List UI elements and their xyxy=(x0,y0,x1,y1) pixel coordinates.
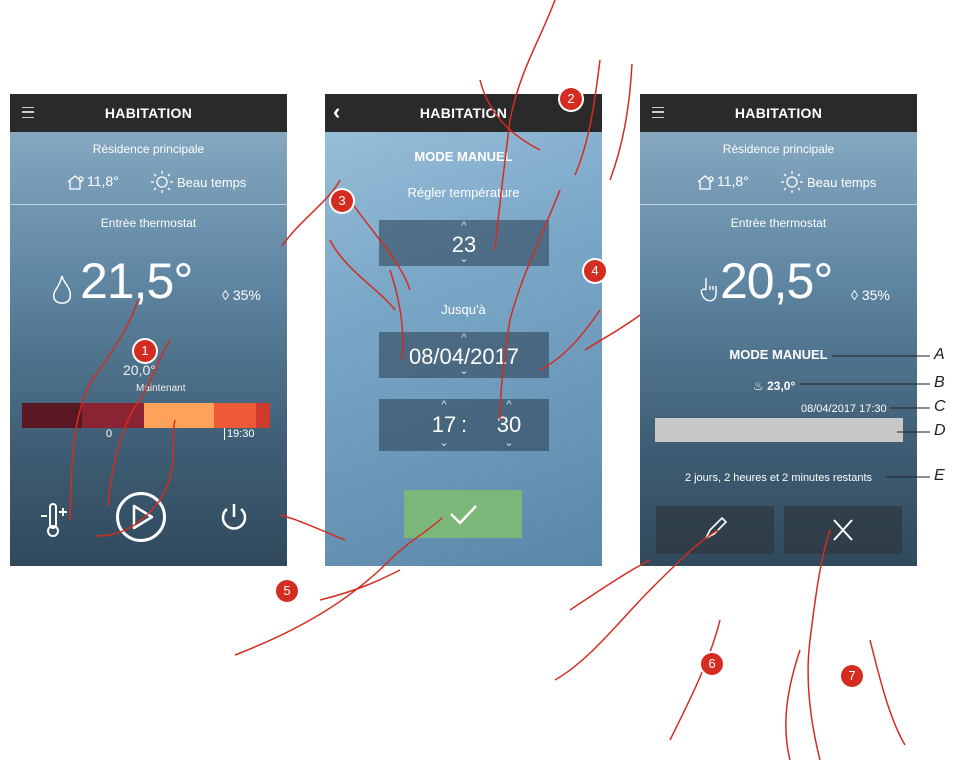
annotation-label: A xyxy=(934,346,945,363)
annotation-label: D xyxy=(934,422,946,439)
callout-badge: 6 xyxy=(701,653,723,675)
callout-badge: 5 xyxy=(276,580,298,602)
gesture-hands-illustration xyxy=(69,0,930,761)
callout-badge: 1 xyxy=(134,340,156,362)
annotation-label: B xyxy=(934,374,945,391)
callout-badge: 4 xyxy=(584,260,606,282)
callout-badge: 7 xyxy=(841,665,863,687)
callout-badge: 3 xyxy=(331,190,353,212)
annotation-label: E xyxy=(934,467,945,484)
callout-badge: 2 xyxy=(560,88,582,110)
annotation-label: C xyxy=(934,398,946,415)
